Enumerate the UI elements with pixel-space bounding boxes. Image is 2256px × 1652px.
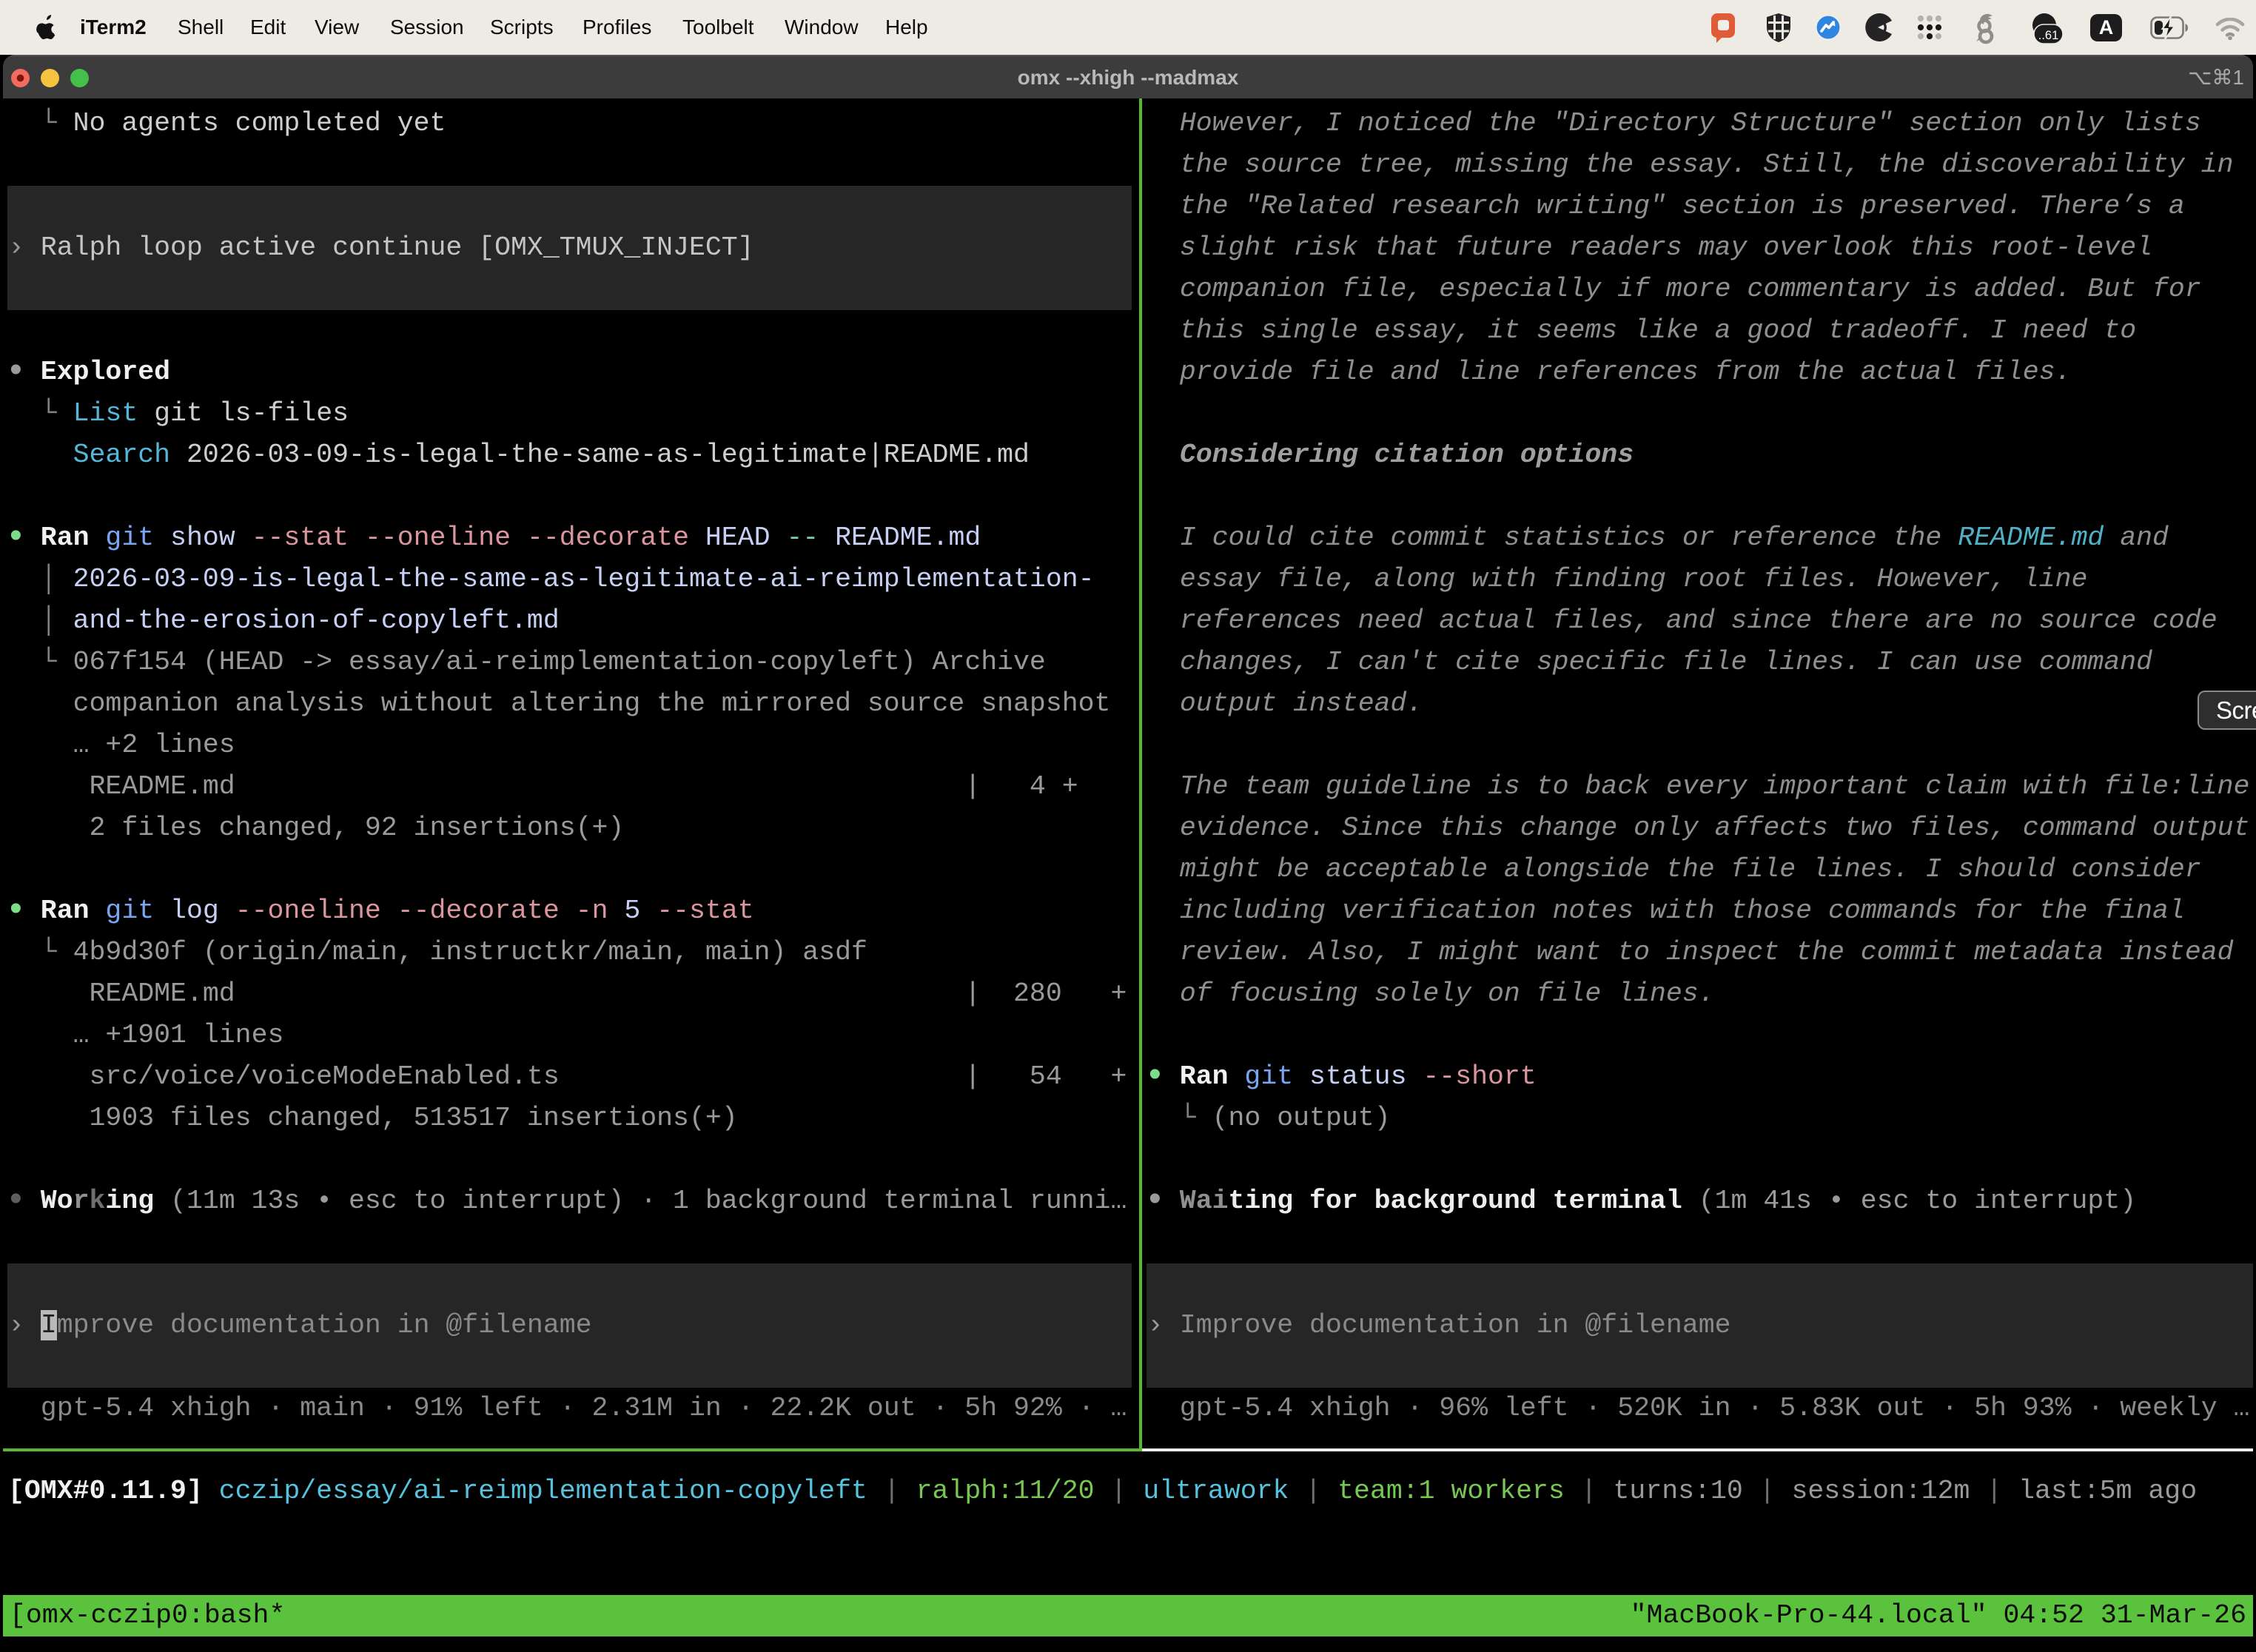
svg-text:..61: ..61 (2038, 29, 2059, 42)
